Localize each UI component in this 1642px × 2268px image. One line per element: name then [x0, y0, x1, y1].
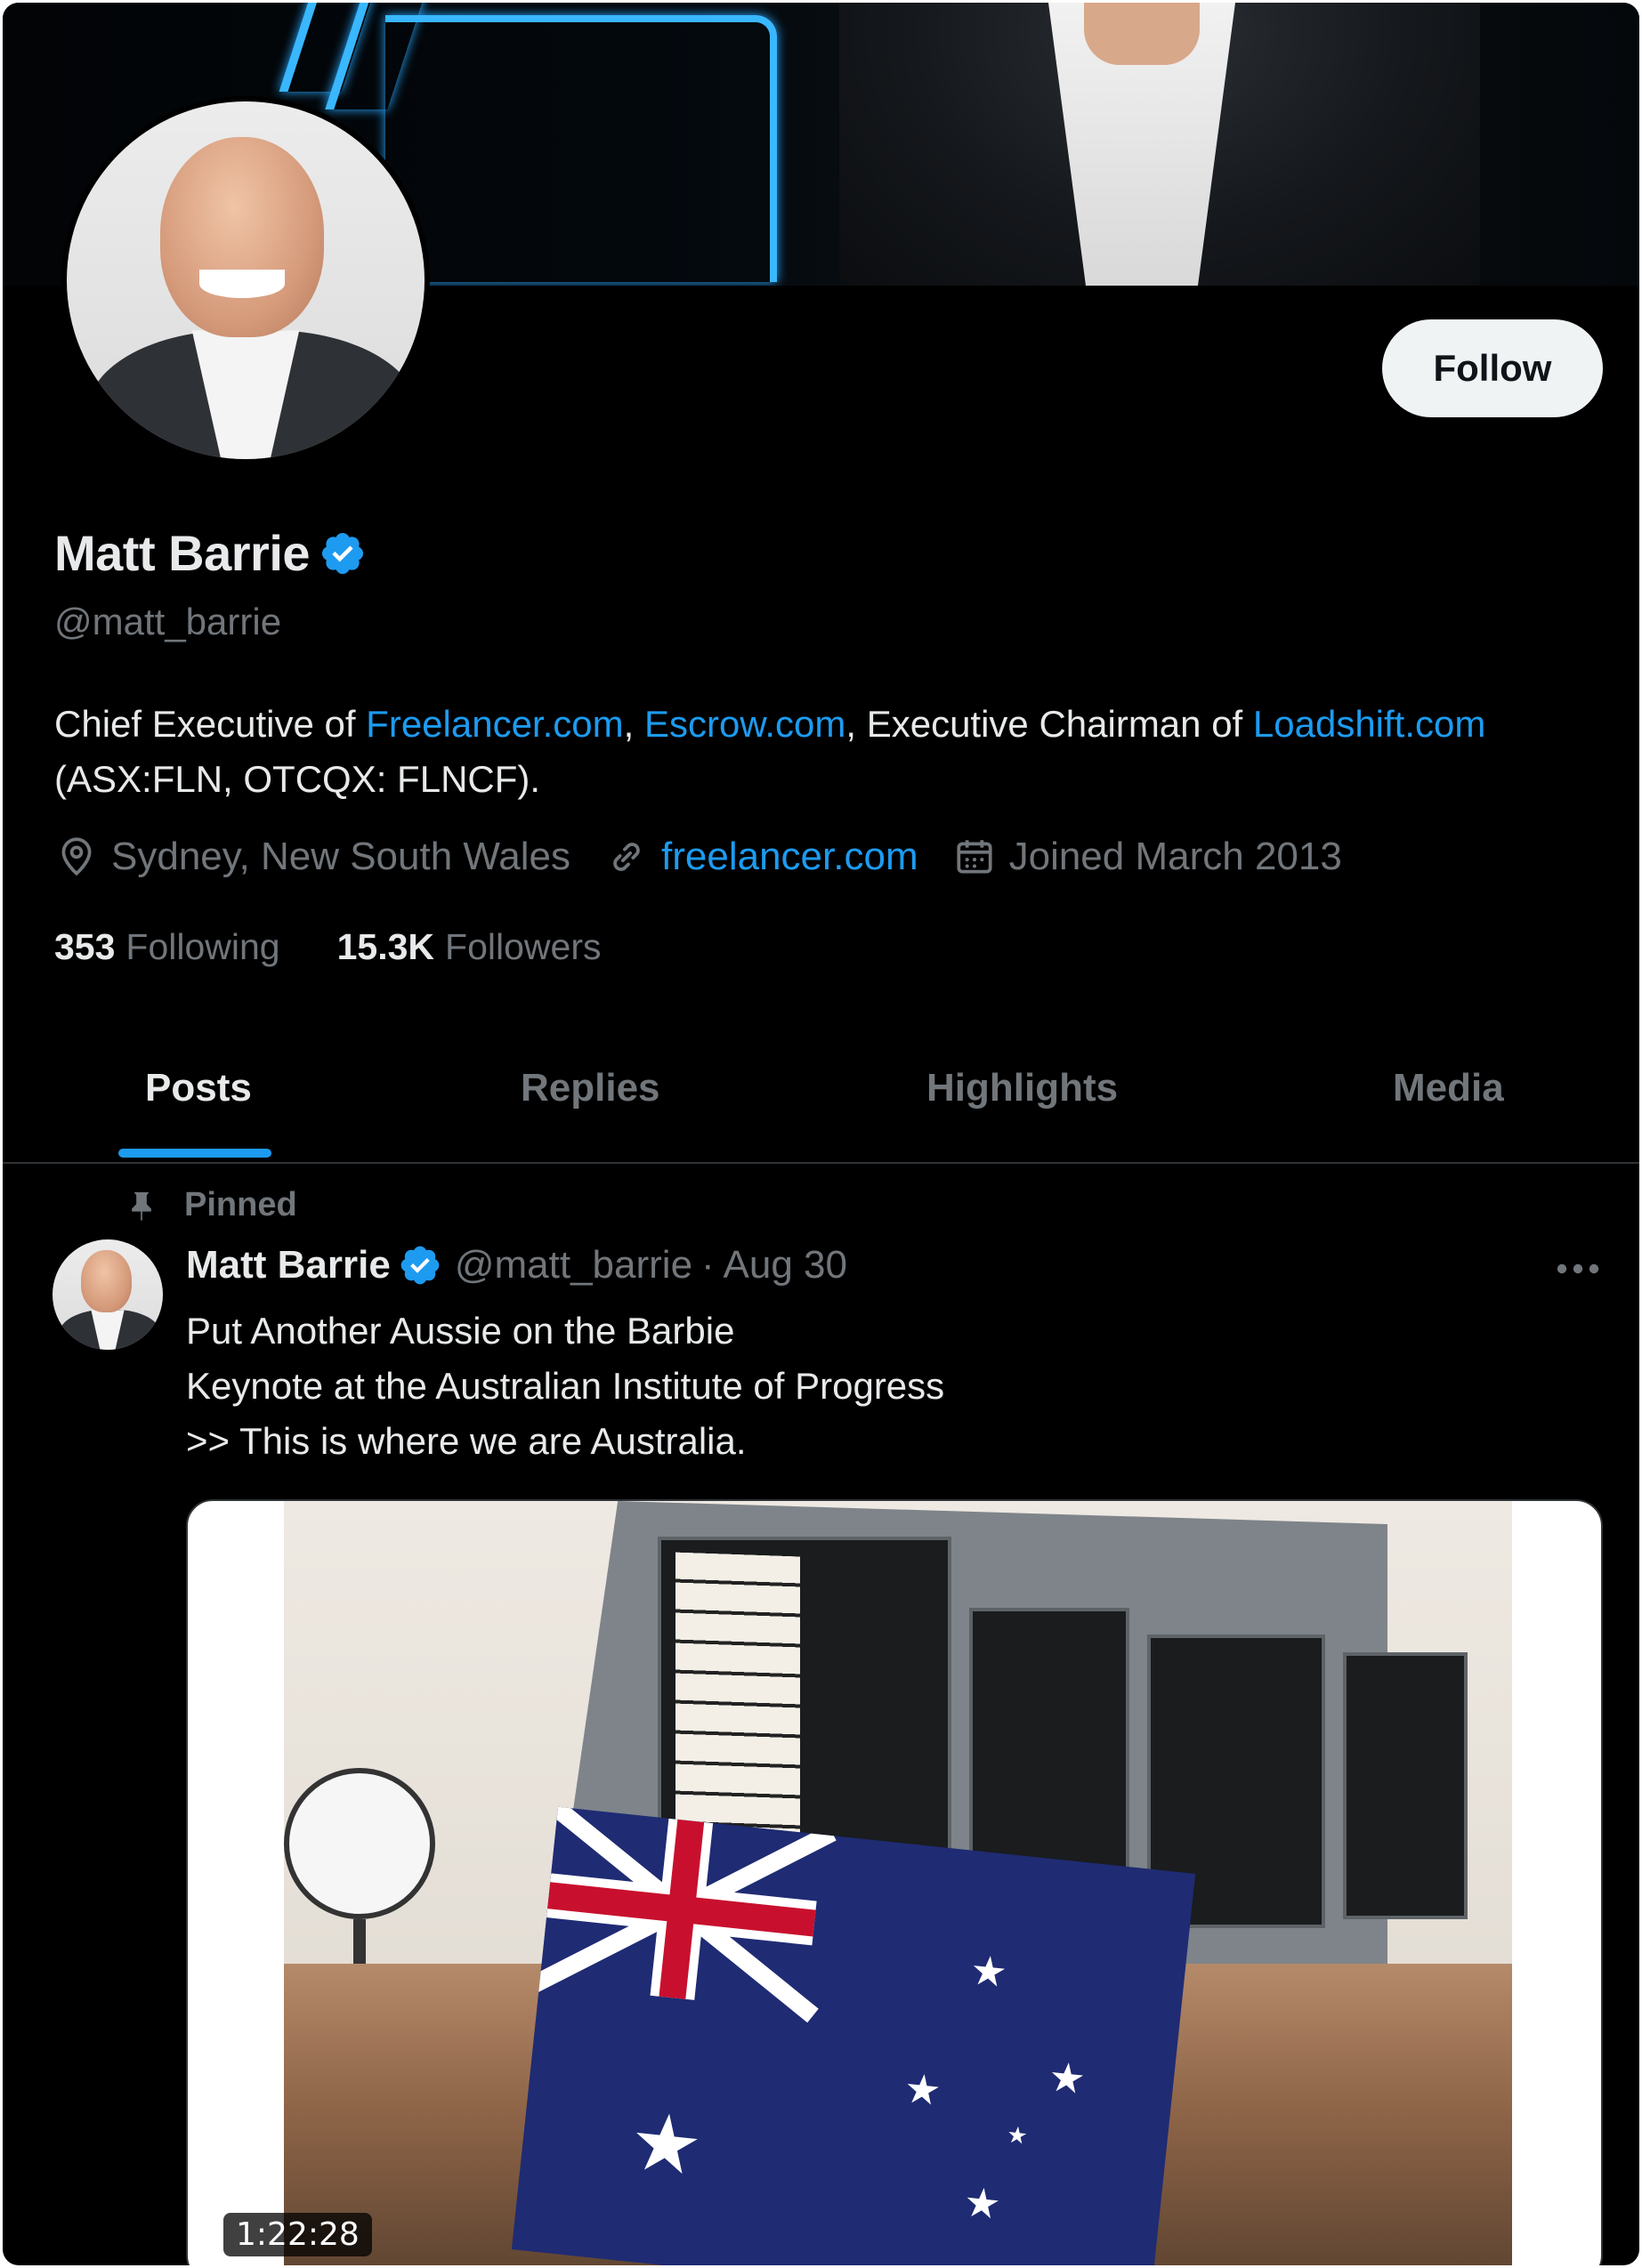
follow-button[interactable]: Follow [1382, 319, 1603, 417]
profile-website[interactable]: freelancer.com [604, 835, 918, 879]
calendar-icon [957, 840, 992, 874]
profile-joined: Joined March 2013 [952, 835, 1342, 879]
profile-stats: 353 Following 15.3K Followers [54, 926, 658, 968]
bio-link-loadshift[interactable]: Loadshift.com [1253, 703, 1485, 745]
profile-location: Sydney, New South Wales [54, 835, 570, 879]
post-text: Put Another Aussie on the Barbie Keynote… [186, 1303, 944, 1469]
tab-media[interactable]: Media [1393, 1066, 1504, 1110]
profile-handle: @matt_barrie [54, 601, 282, 642]
pinned-label: Pinned [184, 1186, 297, 1223]
followers-stat[interactable]: 15.3K Followers [337, 926, 602, 968]
post-line: Keynote at the Australian Institute of P… [186, 1365, 945, 1407]
post-author-avatar[interactable] [53, 1239, 163, 1350]
avatar-smile [198, 269, 286, 299]
bio-text: Chief Executive of [54, 703, 367, 745]
profile-page: Follow Matt Barrie @matt_barrie Chief Ex… [3, 3, 1639, 2265]
profile-display-name: Matt Barrie [54, 525, 311, 581]
post-date[interactable]: · Aug 30 [701, 1243, 847, 1287]
following-count: 353 [54, 926, 116, 967]
verified-badge-icon[interactable] [398, 1243, 442, 1287]
profile-name-row: Matt Barrie [54, 524, 367, 582]
bio-link-freelancer[interactable]: Freelancer.com [366, 703, 623, 745]
profile-meta: Sydney, New South Wales freelancer.com J… [54, 835, 1376, 879]
post-author-name[interactable]: Matt Barrie [186, 1243, 391, 1287]
pin-icon [132, 1191, 151, 1221]
video-thumbnail: ★ ★ ★ ★ ★ ★ [284, 1501, 1512, 2265]
video-duration: 1:22:28 [223, 2213, 372, 2256]
scoreboard-panel [1343, 1652, 1468, 1919]
bio-text: , [623, 703, 644, 745]
tab-highlights[interactable]: Highlights [926, 1066, 1118, 1110]
union-jack [526, 1806, 837, 2023]
flag-star: ★ [902, 2064, 944, 2115]
more-options-icon[interactable] [1551, 1247, 1605, 1291]
profile-bio: Chief Executive of Freelancer.com, Escro… [54, 697, 1621, 807]
following-stat[interactable]: 353 Following [54, 926, 280, 968]
joined-text: Joined March 2013 [1008, 835, 1342, 878]
avatar-photo [67, 101, 425, 459]
tab-posts[interactable]: Posts [145, 1066, 252, 1110]
bio-link-escrow[interactable]: Escrow.com [644, 703, 845, 745]
flag-star: ★ [1005, 2120, 1030, 2150]
avatar-head [81, 1250, 133, 1312]
banner-neck [1084, 3, 1200, 65]
clock [284, 1768, 435, 1919]
post-video[interactable]: ★ ★ ★ ★ ★ ★ 1:22:28 [186, 1499, 1603, 2265]
australian-flag: ★ ★ ★ ★ ★ ★ [511, 1806, 1196, 2265]
profile-tabs: Posts Replies Highlights Media [3, 1035, 1639, 1164]
post-line: Put Another Aussie on the Barbie [186, 1310, 735, 1352]
verified-badge-icon[interactable] [319, 529, 367, 577]
post-line: >> This is where we are Australia. [186, 1420, 747, 1462]
profile-avatar[interactable] [61, 96, 430, 464]
flag-star: ★ [626, 2096, 707, 2193]
avatar-head [159, 137, 325, 338]
flag-star: ★ [967, 1946, 1010, 1997]
flag-star: ★ [961, 2177, 1004, 2229]
flag-star: ★ [1046, 2053, 1088, 2103]
website-link[interactable]: freelancer.com [661, 835, 918, 879]
tab-replies[interactable]: Replies [521, 1066, 660, 1110]
link-icon [613, 843, 640, 871]
bio-text-line2: (ASX:FLN, OTCQX: FLNCF). [54, 758, 541, 800]
location-text: Sydney, New South Wales [111, 835, 571, 878]
followers-count: 15.3K [336, 926, 435, 967]
pinned-indicator: Pinned [124, 1186, 297, 1224]
banner-neon-frame [385, 15, 777, 282]
active-tab-indicator [118, 1149, 271, 1158]
post-header: Matt Barrie @matt_barrie · Aug 30 [186, 1243, 847, 1287]
followers-label: Followers [445, 926, 602, 967]
post-author-handle[interactable]: @matt_barrie [455, 1243, 692, 1287]
location-pin-icon [61, 837, 92, 876]
following-label: Following [125, 926, 280, 967]
bio-text: , Executive Chairman of [845, 703, 1253, 745]
